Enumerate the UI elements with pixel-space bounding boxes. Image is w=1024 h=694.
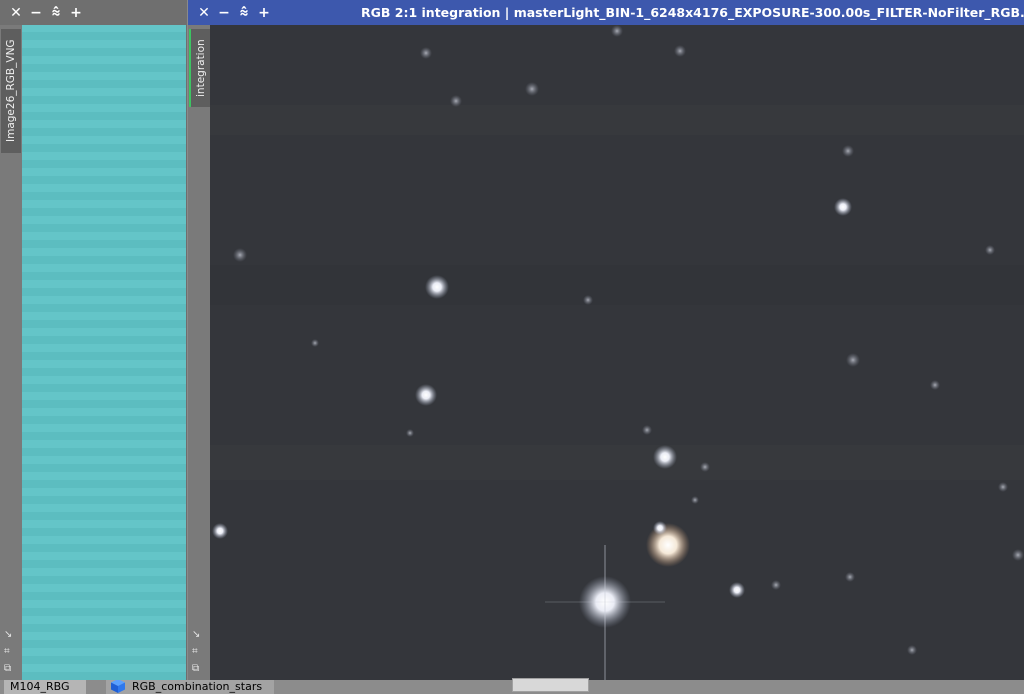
star <box>415 384 437 406</box>
resize-diagonal-icon[interactable]: ↘ <box>4 629 12 640</box>
star <box>233 248 247 262</box>
star <box>420 47 432 59</box>
window-titlebar-right[interactable]: ✕ − ⩯ + RGB 2:1 integration | masterLigh… <box>188 0 1024 25</box>
resize-diagonal-icon[interactable]: ↘ <box>192 629 200 640</box>
star <box>842 145 854 157</box>
star <box>907 645 917 655</box>
blue-cube-icon <box>111 680 125 693</box>
close-icon[interactable]: ✕ <box>6 6 26 20</box>
image-window-left[interactable]: ✕ − ⩯ + Image26_RGB_VNG ↘ ⌗ ⧉ <box>0 0 187 680</box>
star <box>406 429 414 437</box>
iconized-window-m104[interactable]: M104_RBG <box>4 680 86 694</box>
minimize-icon[interactable]: − <box>214 6 234 20</box>
clone-icon[interactable]: ⧉ <box>192 663 200 674</box>
view-tab-label: Image26_RGB_VNG <box>5 39 17 143</box>
star <box>611 25 623 37</box>
star <box>525 82 539 96</box>
star <box>642 425 652 435</box>
shade-icon[interactable]: ⩯ <box>234 6 254 20</box>
star <box>985 245 995 255</box>
star <box>700 462 710 472</box>
strip-icons-right: ↘ ⌗ ⧉ <box>192 629 200 674</box>
iconized-window-label: M104_RBG <box>10 680 70 693</box>
star <box>450 95 462 107</box>
window-title: RGB 2:1 integration | masterLight_BIN-1_… <box>361 5 1024 20</box>
star <box>425 275 449 299</box>
star <box>674 45 686 57</box>
star <box>212 523 228 539</box>
star <box>930 380 940 390</box>
iconized-window-label: RGB_combination_stars <box>132 680 263 693</box>
minimize-icon[interactable]: − <box>26 6 46 20</box>
star <box>653 521 667 535</box>
maximize-icon[interactable]: + <box>254 6 274 20</box>
image-canvas-cyan[interactable] <box>22 25 186 680</box>
view-tab-integration[interactable]: integration <box>189 29 211 107</box>
star <box>1012 549 1024 561</box>
star <box>998 482 1008 492</box>
star <box>845 572 855 582</box>
shade-icon[interactable]: ⩯ <box>46 6 66 20</box>
fit-view-icon[interactable]: ⌗ <box>4 646 12 657</box>
star <box>691 496 699 504</box>
star <box>834 198 852 216</box>
view-tab-image26[interactable]: Image26_RGB_VNG <box>1 29 21 153</box>
star <box>311 339 319 347</box>
iconized-windows-bar: M104_RBG RGB_combination_stars <box>0 678 1024 694</box>
view-tab-label: integration <box>195 39 207 97</box>
window-titlebar-left[interactable]: ✕ − ⩯ + <box>0 0 187 25</box>
image-window-integration[interactable]: ✕ − ⩯ + RGB 2:1 integration | masterLigh… <box>188 0 1024 680</box>
maximize-icon[interactable]: + <box>66 6 86 20</box>
star <box>729 582 745 598</box>
side-tab-strip-left: Image26_RGB_VNG ↘ ⌗ ⧉ <box>0 25 22 680</box>
star <box>583 295 593 305</box>
fit-view-icon[interactable]: ⌗ <box>192 646 200 657</box>
star <box>771 580 781 590</box>
star-field-image <box>210 25 1024 680</box>
close-icon[interactable]: ✕ <box>194 6 214 20</box>
horizontal-scrollbar-thumb[interactable] <box>512 678 589 692</box>
side-tab-strip-right: integration ↘ ⌗ ⧉ <box>188 25 211 680</box>
star <box>646 523 690 567</box>
image-canvas-starfield[interactable] <box>210 25 1024 680</box>
iconized-window-rgb-combination[interactable]: RGB_combination_stars <box>106 680 274 694</box>
star <box>846 353 860 367</box>
clone-icon[interactable]: ⧉ <box>4 663 12 674</box>
star <box>653 445 677 469</box>
strip-icons-left: ↘ ⌗ ⧉ <box>4 629 12 674</box>
